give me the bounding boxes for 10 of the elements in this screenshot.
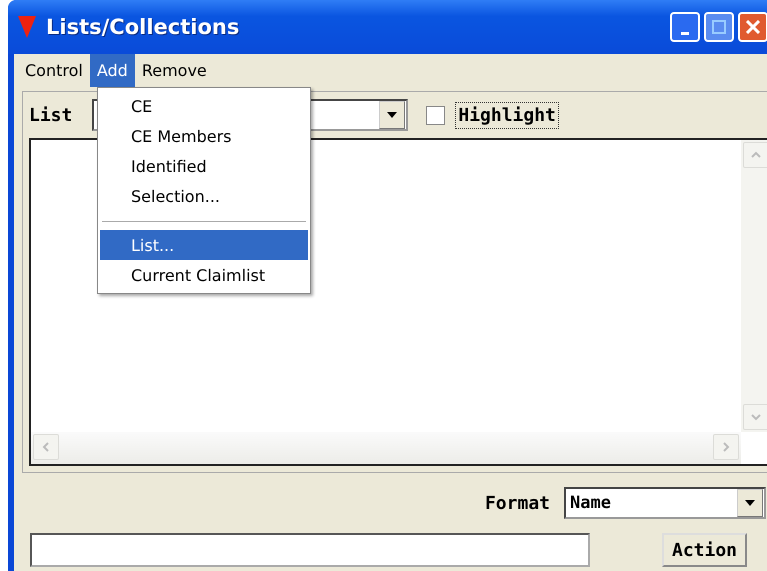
format-dropdown[interactable]: Name — [564, 487, 766, 519]
window-title: Lists/Collections — [46, 15, 240, 39]
menu-option[interactable]: List... — [100, 230, 308, 260]
highlight-label[interactable]: Highlight — [455, 102, 559, 128]
menu-item[interactable]: Control — [18, 54, 90, 87]
format-label: Format — [484, 492, 550, 514]
menu-item[interactable]: Remove — [134, 54, 214, 87]
list-label: List — [29, 104, 72, 126]
menu-item[interactable]: Add — [90, 54, 135, 87]
action-button[interactable]: Action — [662, 533, 748, 567]
